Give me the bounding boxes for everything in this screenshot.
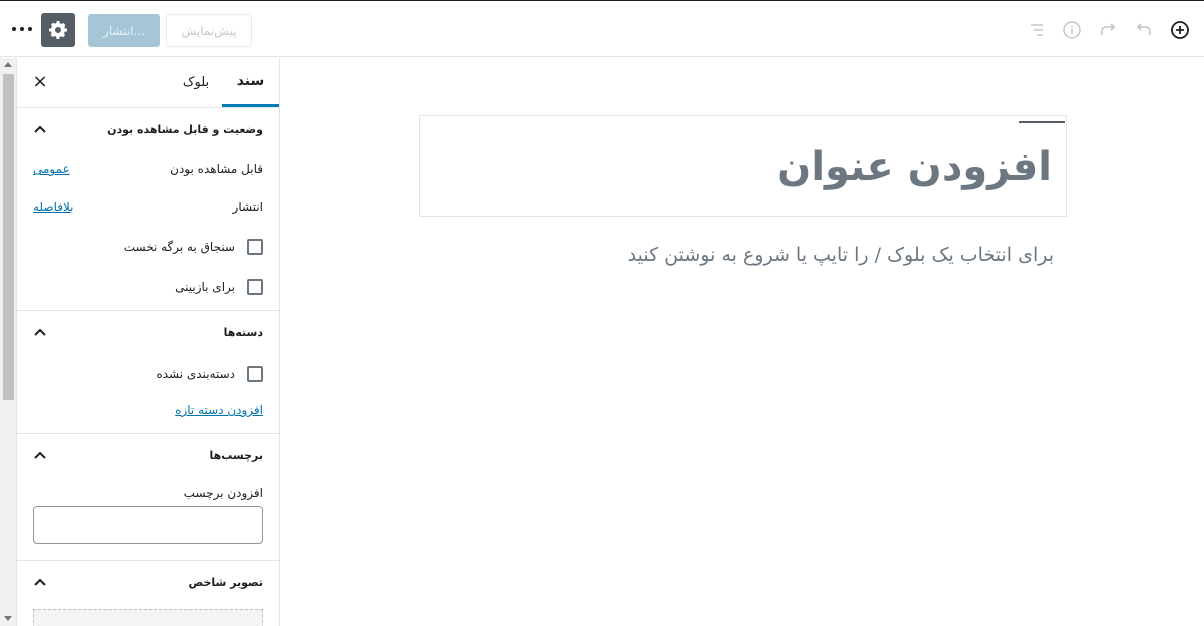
panel-header[interactable]: وضعیت و قابل مشاهده بودن: [17, 108, 279, 152]
publish-date-row: انتشار بلافاصله: [17, 190, 279, 228]
settings-sidebar: سند بلوک × وضعیت و قابل مشاهده بودن قابل…: [17, 58, 280, 626]
panel-title: برچسب‌ها: [209, 449, 264, 462]
list-view-icon[interactable]: [1024, 18, 1048, 42]
sticky-label: سنجاق به برگه نخست: [123, 240, 235, 254]
set-featured-image-button[interactable]: [33, 609, 263, 626]
visibility-row: قابل مشاهده بودن عمومی: [17, 152, 279, 190]
tab-block[interactable]: بلوک: [175, 58, 217, 107]
info-icon[interactable]: [1060, 18, 1084, 42]
chevron-up-icon[interactable]: [32, 448, 48, 464]
scroll-down-arrow-icon[interactable]: [4, 616, 12, 621]
chevron-up-icon[interactable]: [32, 325, 48, 341]
tags-body: افزودن برچسب: [17, 478, 279, 560]
panel-title: دسته‌ها: [223, 326, 263, 339]
tab-document[interactable]: سند: [222, 58, 279, 107]
uncategorized-label: دسته‌بندی نشده: [156, 367, 235, 381]
redo-icon[interactable]: [1096, 18, 1120, 42]
more-options-icon[interactable]: [10, 14, 34, 44]
tags-panel: برچسب‌ها افزودن برچسب: [17, 434, 279, 561]
panel-title: تصویر شاخص: [188, 576, 263, 589]
pending-review-option: برای بازبینی: [17, 268, 279, 308]
close-icon[interactable]: ×: [31, 72, 49, 92]
pending-review-checkbox[interactable]: [247, 279, 263, 295]
uncategorized-checkbox[interactable]: [247, 366, 263, 382]
sticky-option: سنجاق به برگه نخست: [17, 228, 279, 268]
chevron-up-icon[interactable]: [32, 575, 48, 591]
categories-panel: دسته‌ها دسته‌بندی نشده افزودن دسته تازه: [17, 311, 279, 434]
publish-date-link[interactable]: بلافاصله: [33, 200, 74, 214]
gear-icon: [49, 21, 67, 39]
default-block-appender[interactable]: برای انتخاب یک بلوک / را تایپ یا شروع به…: [628, 244, 1054, 266]
scroll-up-arrow-icon[interactable]: [4, 62, 12, 67]
undo-icon[interactable]: [1132, 18, 1156, 42]
visibility-label: قابل مشاهده بودن: [170, 162, 263, 176]
panel-header[interactable]: تصویر شاخص: [17, 561, 279, 605]
add-block-icon[interactable]: [1168, 18, 1192, 42]
add-new-category-link[interactable]: افزودن دسته تازه: [175, 403, 263, 417]
publish-label: انتشار: [232, 200, 263, 214]
sticky-checkbox[interactable]: [247, 239, 263, 255]
add-tag-label: افزودن برچسب: [183, 486, 263, 500]
panel-header[interactable]: برچسب‌ها: [17, 434, 279, 478]
pending-review-label: برای بازبینی: [175, 280, 235, 294]
publish-button[interactable]: انتشار...: [88, 14, 160, 47]
settings-button[interactable]: [41, 13, 75, 47]
post-title-field[interactable]: افزودن عنوان: [419, 115, 1067, 217]
chevron-up-icon[interactable]: [32, 122, 48, 138]
featured-image-panel: تصویر شاخص: [17, 561, 279, 626]
add-category-row: افزودن دسته تازه: [17, 395, 279, 431]
visibility-toggle-link[interactable]: عمومی: [33, 162, 70, 176]
preview-button[interactable]: پیش‌نمایش: [166, 14, 252, 47]
category-uncategorized: دسته‌بندی نشده: [17, 355, 279, 395]
title-toolbar-line: [1019, 121, 1065, 123]
top-toolbar: انتشار... پیش‌نمایش: [0, 2, 1204, 57]
add-tag-input[interactable]: [33, 506, 263, 544]
post-title-placeholder: افزودن عنوان: [777, 144, 1052, 190]
panel-title: وضعیت و قابل مشاهده بودن: [107, 123, 263, 136]
sidebar-tabs: سند بلوک ×: [17, 58, 279, 108]
status-visibility-panel: وضعیت و قابل مشاهده بودن قابل مشاهده بود…: [17, 108, 279, 311]
editor-canvas: افزودن عنوان برای انتخاب یک بلوک / را تا…: [280, 58, 1204, 626]
scrollbar-thumb[interactable]: [3, 74, 14, 400]
panel-header[interactable]: دسته‌ها: [17, 311, 279, 355]
sidebar-scrollbar[interactable]: [0, 58, 17, 626]
